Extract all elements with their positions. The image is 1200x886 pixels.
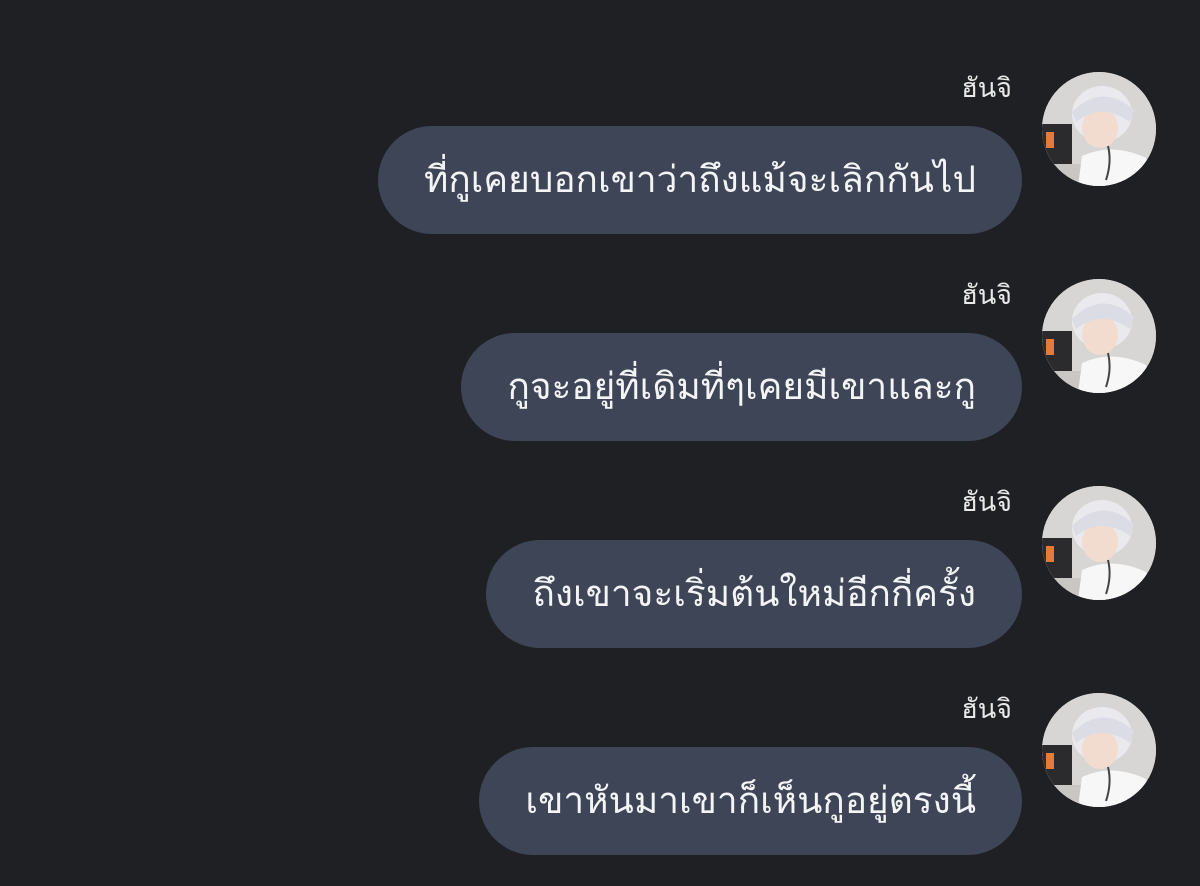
sender-name: ฮันจิ xyxy=(961,487,1012,518)
sender-name: ฮันจิ xyxy=(961,280,1012,311)
chat-thread[interactable]: ฮันจิ ที่กูเคยบอกเขาว่าถึงแม้จะเลิกกันไป… xyxy=(0,0,1200,886)
message-bubble[interactable]: เขาหันมาเขาก็เห็นกูอยู่ตรงนี้ xyxy=(479,747,1022,855)
message-row: ฮันจิ กูจะอยู่ที่เดิมที่ๆเคยมีเขาและกู xyxy=(0,279,1200,479)
message-row: ฮันจิ ถึงเขาจะเริ่มต้นใหม่อีกกี่ครั้ง xyxy=(0,486,1200,686)
message-row: ฮันจิ เขาหันมาเขาก็เห็นกูอยู่ตรงนี้ xyxy=(0,693,1200,886)
avatar-icon[interactable] xyxy=(1042,486,1156,600)
avatar-icon[interactable] xyxy=(1042,693,1156,807)
message-bubble[interactable]: ถึงเขาจะเริ่มต้นใหม่อีกกี่ครั้ง xyxy=(486,540,1022,648)
avatar-icon[interactable] xyxy=(1042,72,1156,186)
message-bubble[interactable]: กูจะอยู่ที่เดิมที่ๆเคยมีเขาและกู xyxy=(461,333,1022,441)
message-bubble[interactable]: ที่กูเคยบอกเขาว่าถึงแม้จะเลิกกันไป xyxy=(377,126,1022,234)
message-row: ฮันจิ ที่กูเคยบอกเขาว่าถึงแม้จะเลิกกันไป xyxy=(0,72,1200,272)
sender-name: ฮันจิ xyxy=(961,73,1012,104)
avatar-icon[interactable] xyxy=(1042,279,1156,393)
sender-name: ฮันจิ xyxy=(961,694,1012,725)
